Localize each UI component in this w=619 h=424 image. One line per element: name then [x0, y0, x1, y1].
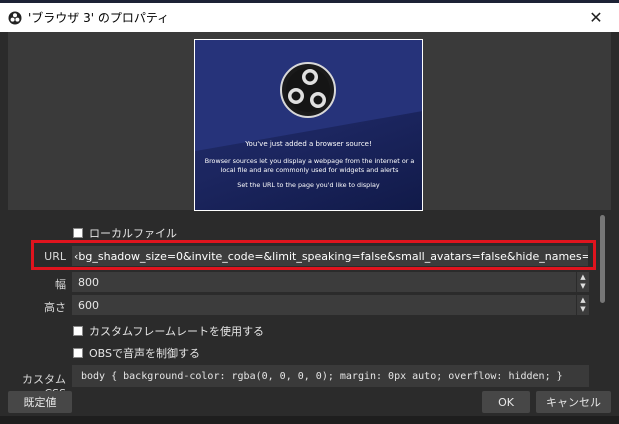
- custom-fps-checkbox-row[interactable]: カスタムフレームレートを使用する: [73, 323, 264, 339]
- preview-message-title: You've just added a browser source!: [245, 140, 372, 148]
- width-input[interactable]: 800: [72, 272, 576, 292]
- width-stepper[interactable]: ▲ ▼: [577, 272, 589, 292]
- obs-logo-icon: [8, 11, 22, 25]
- obs-audio-checkbox-row[interactable]: OBSで音声を制御する: [73, 345, 200, 361]
- local-file-label: ローカルファイル: [89, 227, 177, 240]
- preview-message-body: Browser sources let you display a webpag…: [204, 157, 415, 174]
- height-input[interactable]: 600: [72, 295, 576, 315]
- obs-audio-checkbox[interactable]: [73, 348, 83, 358]
- local-file-checkbox-row[interactable]: ローカルファイル: [73, 225, 177, 241]
- cancel-button[interactable]: キャンセル: [536, 391, 611, 413]
- close-icon[interactable]: ✕: [573, 3, 619, 32]
- width-label: 幅: [55, 278, 66, 291]
- custom-fps-label: カスタムフレームレートを使用する: [89, 325, 265, 338]
- chevron-up-icon[interactable]: ▲: [578, 273, 588, 282]
- defaults-button[interactable]: 既定値: [8, 391, 72, 413]
- custom-css-input[interactable]: body { background-color: rgba(0, 0, 0, 0…: [72, 365, 589, 387]
- chevron-down-icon[interactable]: ▼: [578, 282, 588, 291]
- url-highlight-box: [31, 240, 596, 270]
- width-value: 800: [78, 275, 99, 289]
- title-bar: 'ブラウザ 3' のプロパティ ✕: [0, 3, 619, 32]
- height-label: 高さ: [44, 301, 66, 314]
- scrollbar[interactable]: [598, 215, 606, 303]
- window-title: 'ブラウザ 3' のプロパティ: [28, 11, 170, 25]
- obs-logo-icon: [280, 62, 336, 118]
- browser-source-preview: You've just added a browser source! Brow…: [194, 39, 423, 211]
- chevron-down-icon[interactable]: ▼: [578, 305, 588, 314]
- ok-button[interactable]: OK: [482, 391, 530, 413]
- custom-fps-checkbox[interactable]: [73, 326, 83, 336]
- obs-audio-label: OBSで音声を制御する: [89, 347, 200, 360]
- chevron-up-icon[interactable]: ▲: [578, 296, 588, 305]
- local-file-checkbox[interactable]: [73, 228, 83, 238]
- height-stepper[interactable]: ▲ ▼: [577, 295, 589, 315]
- scrollbar-thumb[interactable]: [600, 215, 605, 303]
- preview-message-hint: Set the URL to the page you'd like to di…: [237, 181, 380, 189]
- background-window-bottom: [0, 416, 619, 424]
- height-value: 600: [78, 298, 99, 312]
